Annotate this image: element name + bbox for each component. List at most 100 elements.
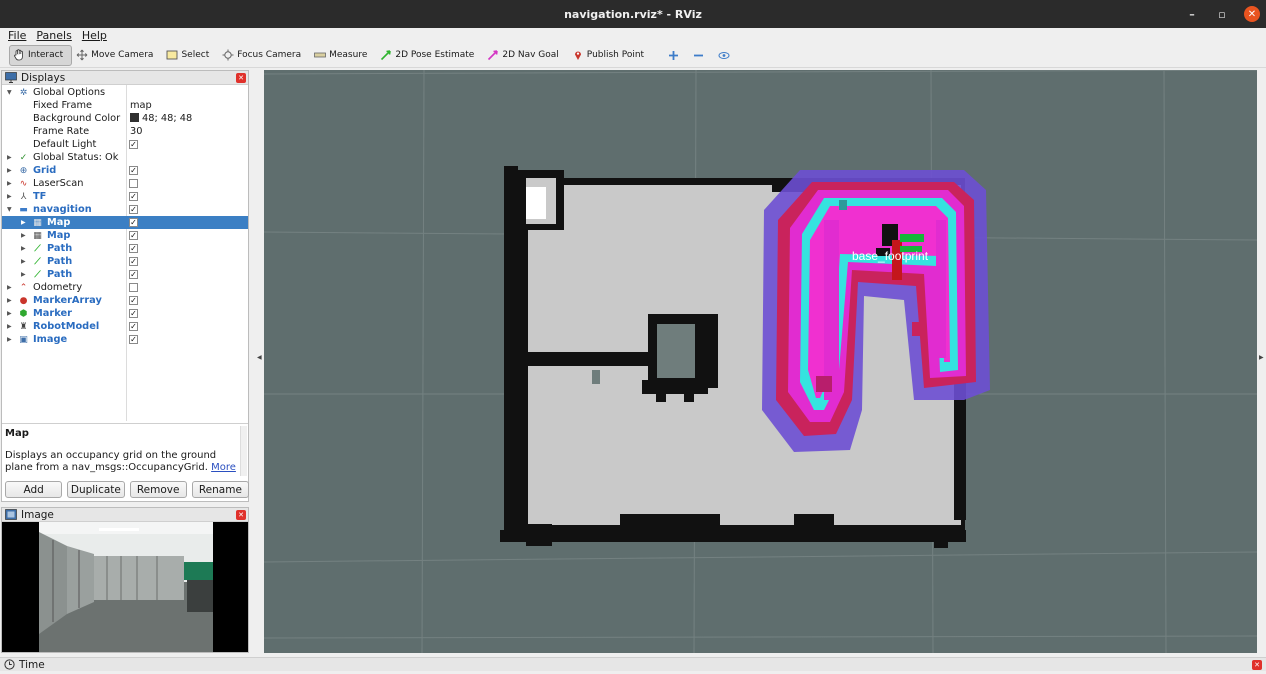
minimize-icon[interactable]: –	[1184, 6, 1200, 22]
expand-right-icon[interactable]: ▶	[21, 245, 26, 252]
tree-row-path[interactable]: ▶ ⟋ Path ✓	[2, 255, 248, 268]
tree-label: LaserScan	[33, 178, 84, 189]
default-light-checkbox[interactable]: ✓	[129, 140, 138, 149]
tree-row-grid[interactable]: ▶ ⊕ Grid ✓	[2, 164, 248, 177]
tree-row-global-options[interactable]: ▼ ✲ Global Options	[2, 86, 248, 99]
collapse-right-icon[interactable]: ▶	[1259, 354, 1264, 361]
maximize-icon[interactable]: ▫	[1214, 6, 1230, 22]
path-checkbox[interactable]: ✓	[129, 257, 138, 266]
background-color-value[interactable]: 48; 48; 48	[130, 113, 192, 124]
expand-right-icon[interactable]: ▶	[21, 219, 26, 226]
close-icon[interactable]: ✕	[1244, 6, 1260, 22]
map-checkbox[interactable]: ✓	[129, 231, 138, 240]
fixed-frame-value[interactable]: map	[130, 100, 152, 111]
markerarray-checkbox[interactable]: ✓	[129, 296, 138, 305]
grid-icon: ⊕	[19, 165, 28, 176]
interact-tool-button[interactable]: Interact	[9, 44, 73, 66]
tree-row-frame-rate[interactable]: Frame Rate 30	[2, 125, 248, 138]
duplicate-button[interactable]: Duplicate	[67, 481, 125, 498]
left-splitter[interactable]: ◀	[252, 70, 263, 653]
expand-right-icon[interactable]: ▶	[7, 297, 12, 304]
tree-label: MarkerArray	[33, 295, 102, 306]
focus-camera-tool-button[interactable]: Focus Camera	[218, 45, 310, 66]
expand-down-icon[interactable]: ▼	[7, 89, 12, 96]
expand-right-icon[interactable]: ▶	[7, 193, 12, 200]
robotmodel-checkbox[interactable]: ✓	[129, 322, 138, 331]
3d-render-view[interactable]: base_footprint	[264, 70, 1257, 653]
expand-right-icon[interactable]: ▶	[21, 258, 26, 265]
description-scrollbar[interactable]	[240, 426, 247, 476]
image-panel-title: Image	[21, 508, 54, 521]
right-splitter[interactable]: ▶	[1258, 70, 1266, 653]
pose-estimate-tool-button[interactable]: 2D Pose Estimate	[376, 45, 483, 66]
frame-rate-value[interactable]: 30	[130, 126, 142, 137]
expand-down-icon[interactable]: ▼	[7, 206, 12, 213]
tree-row-map[interactable]: ▶ ▦ Map ✓	[2, 229, 248, 242]
nav-goal-label: 2D Nav Goal	[502, 50, 559, 60]
rename-button[interactable]: Rename	[191, 481, 249, 498]
path-icon: ⟋	[34, 243, 41, 254]
publish-point-tool-button[interactable]: Publish Point	[568, 45, 653, 66]
map-checkbox[interactable]: ✓	[129, 218, 138, 227]
close-panel-icon[interactable]: ✕	[236, 73, 246, 83]
plus-icon	[669, 50, 679, 60]
path-icon: ⟋	[34, 256, 41, 267]
expand-right-icon[interactable]: ▶	[7, 336, 12, 343]
close-panel-icon[interactable]: ✕	[1252, 660, 1262, 670]
ruler-icon	[314, 52, 327, 58]
select-tool-button[interactable]: Select	[162, 45, 218, 66]
tree-label: TF	[33, 191, 47, 202]
expand-right-icon[interactable]: ▶	[7, 154, 12, 161]
tree-row-default-light[interactable]: Default Light ✓	[2, 138, 248, 151]
marker-checkbox[interactable]: ✓	[129, 309, 138, 318]
tree-row-navagition[interactable]: ▼ ▬ navagition ✓	[2, 203, 248, 216]
remove-button[interactable]: Remove	[129, 481, 187, 498]
image-panel: Image ✕	[1, 507, 249, 653]
tree-row-global-status[interactable]: ▶ ✓ Global Status: Ok	[2, 151, 248, 164]
tool-properties-button[interactable]	[711, 45, 737, 66]
path-checkbox[interactable]: ✓	[129, 244, 138, 253]
more-link[interactable]: More	[211, 462, 236, 473]
menu-file[interactable]: File	[8, 29, 26, 42]
tree-row-marker[interactable]: ▶ ⬢ Marker ✓	[2, 307, 248, 320]
expand-right-icon[interactable]: ▶	[7, 310, 12, 317]
tree-row-map-selected[interactable]: ▶ ▦ Map ✓	[2, 216, 248, 229]
laserscan-checkbox[interactable]	[129, 179, 138, 188]
collapse-left-icon[interactable]: ◀	[257, 354, 262, 361]
navagition-checkbox[interactable]: ✓	[129, 205, 138, 214]
expand-right-icon[interactable]: ▶	[21, 232, 26, 239]
remove-tool-button[interactable]	[686, 45, 711, 66]
menu-help[interactable]: Help	[82, 29, 107, 42]
add-tool-button[interactable]	[661, 45, 686, 66]
expand-right-icon[interactable]: ▶	[7, 284, 12, 291]
tree-row-odometry[interactable]: ▶ ⌃ Odometry	[2, 281, 248, 294]
add-button[interactable]: Add	[5, 481, 63, 498]
tree-row-path[interactable]: ▶ ⟋ Path ✓	[2, 242, 248, 255]
menu-panels[interactable]: Panels	[36, 29, 71, 42]
expand-right-icon[interactable]: ▶	[7, 167, 12, 174]
map-pin-icon	[574, 51, 581, 60]
checkmark-icon: ✓	[19, 152, 28, 163]
tree-row-robotmodel[interactable]: ▶ ♜ RobotModel ✓	[2, 320, 248, 333]
tree-row-fixed-frame[interactable]: Fixed Frame map	[2, 99, 248, 112]
tree-row-image[interactable]: ▶ ▣ Image ✓	[2, 333, 248, 346]
tree-row-path[interactable]: ▶ ⟋ Path ✓	[2, 268, 248, 281]
expand-right-icon[interactable]: ▶	[7, 180, 12, 187]
tree-row-markerarray[interactable]: ▶ ● MarkerArray ✓	[2, 294, 248, 307]
odometry-checkbox[interactable]	[129, 283, 138, 292]
move-camera-tool-button[interactable]: Move Camera	[72, 45, 162, 66]
expand-right-icon[interactable]: ▶	[7, 323, 12, 330]
nav-goal-tool-button[interactable]: 2D Nav Goal	[483, 45, 567, 66]
close-panel-icon[interactable]: ✕	[236, 510, 246, 520]
tree-row-laserscan[interactable]: ▶ ∿ LaserScan	[2, 177, 248, 190]
path-checkbox[interactable]: ✓	[129, 270, 138, 279]
tree-row-background-color[interactable]: Background Color 48; 48; 48	[2, 112, 248, 125]
expand-right-icon[interactable]: ▶	[21, 271, 26, 278]
tree-row-tf[interactable]: ▶ ⅄ TF ✓	[2, 190, 248, 203]
image-checkbox[interactable]: ✓	[129, 335, 138, 344]
occupancy-map-canvas[interactable]: base_footprint	[264, 70, 1257, 653]
measure-tool-button[interactable]: Measure	[310, 45, 376, 66]
description-text: Displays an occupancy grid on the ground…	[5, 450, 217, 473]
grid-checkbox[interactable]: ✓	[129, 166, 138, 175]
tf-checkbox[interactable]: ✓	[129, 192, 138, 201]
